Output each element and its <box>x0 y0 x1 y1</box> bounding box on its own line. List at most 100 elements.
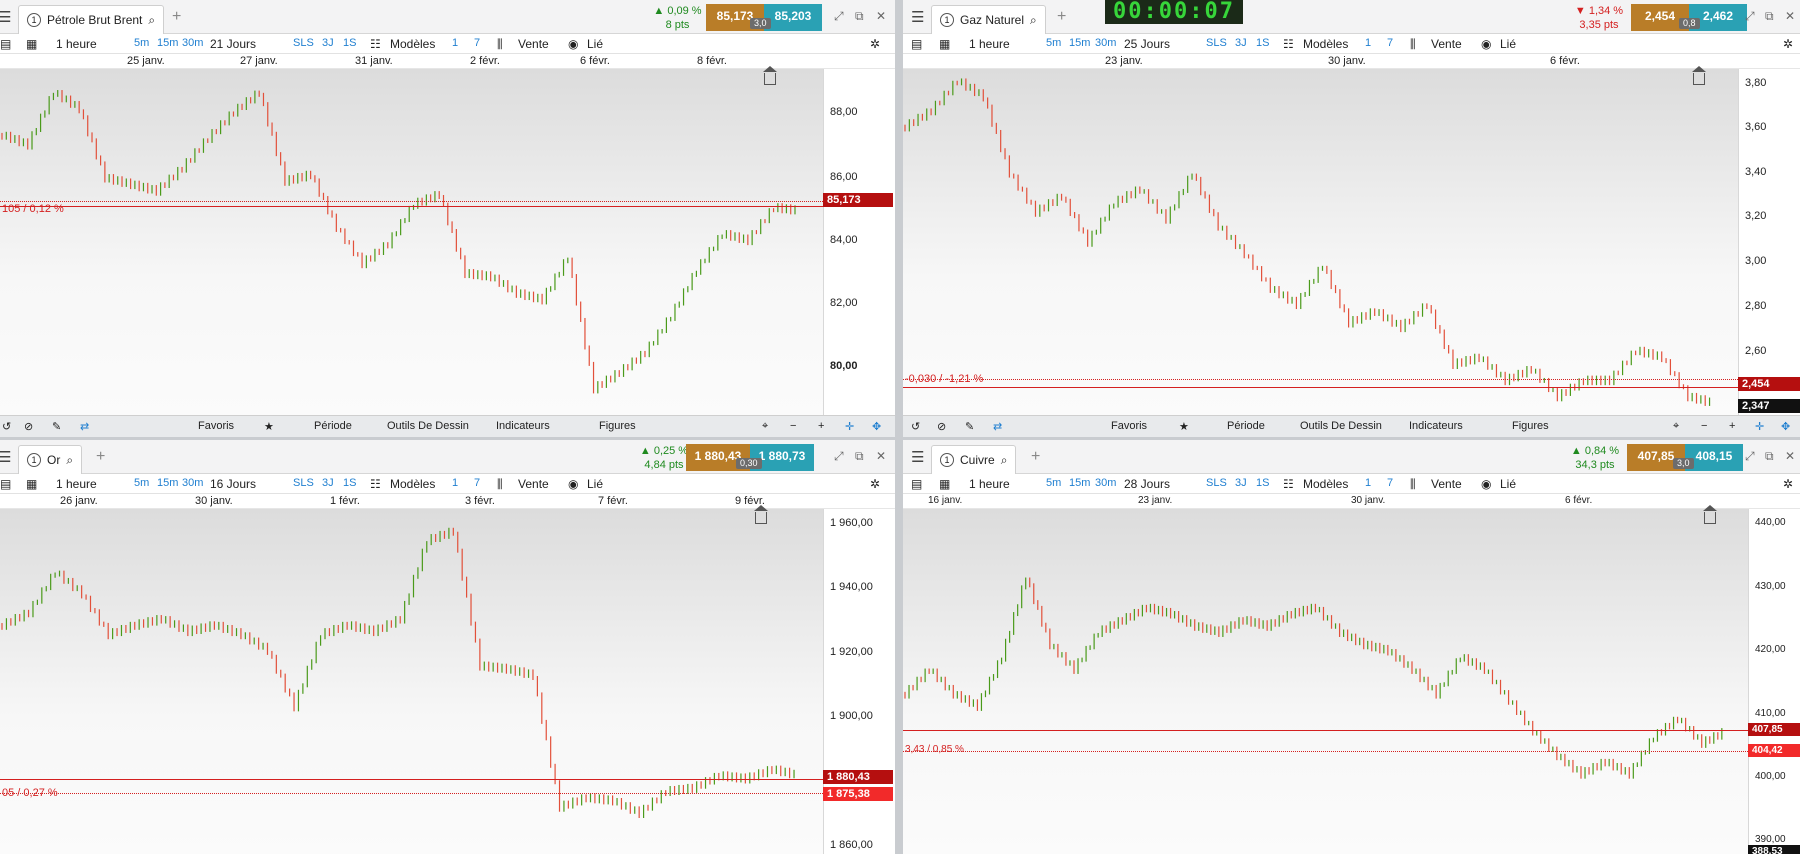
qty-7[interactable]: 7 <box>1387 37 1393 49</box>
indicators-button[interactable]: Indicateurs <box>496 420 550 432</box>
indicators-button[interactable]: Indicateurs <box>1409 420 1463 432</box>
candles-icon[interactable]: ⫼ <box>497 37 503 52</box>
popout-icon[interactable]: ⧉ <box>855 9 864 24</box>
btn-3j[interactable]: 3J <box>1235 477 1247 489</box>
close-icon[interactable]: ✕ <box>876 449 886 463</box>
tf-5m[interactable]: 5m <box>1046 477 1061 489</box>
add-tab-icon[interactable]: + <box>96 448 105 466</box>
interval-select[interactable]: 1 heure <box>969 477 1010 491</box>
cross-icon[interactable]: ✛ <box>845 420 854 433</box>
tf-15m[interactable]: 15m <box>1069 37 1090 49</box>
sell-menu[interactable]: Vente <box>518 477 549 491</box>
tf-5m[interactable]: 5m <box>134 477 149 489</box>
sell-menu[interactable]: Vente <box>518 37 549 51</box>
tf-15m[interactable]: 15m <box>157 477 178 489</box>
btn-3j[interactable]: 3J <box>322 37 334 49</box>
crosshair-icon[interactable]: ⌖ <box>1673 420 1679 433</box>
instrument-tab[interactable]: 1 Cuivre ⌕ <box>931 445 1017 474</box>
sls-button[interactable]: SLS <box>1206 477 1227 489</box>
instrument-tab[interactable]: 1 Pétrole Brut Brent ⌕ <box>18 5 165 34</box>
settings-icon[interactable]: ✲ <box>870 37 880 51</box>
expand-icon[interactable]: ⤢ <box>1745 449 1755 464</box>
sell-menu[interactable]: Vente <box>1431 37 1462 51</box>
home-icon[interactable] <box>1692 66 1706 85</box>
qty-1[interactable]: 1 <box>452 37 458 49</box>
ask-button[interactable]: 408,15 <box>1685 444 1743 471</box>
models-menu[interactable]: Modèles <box>390 37 435 51</box>
chart-plot[interactable] <box>0 69 823 415</box>
sliders-icon[interactable]: ☷ <box>370 477 381 491</box>
sliders-icon[interactable]: ☷ <box>1283 477 1294 491</box>
btn-1s[interactable]: 1S <box>1256 37 1269 49</box>
settings-icon[interactable]: ✲ <box>870 477 880 491</box>
list-icon[interactable]: ▤ <box>911 37 922 51</box>
zoom-in-icon[interactable]: + <box>818 420 824 432</box>
settings-icon[interactable]: ✲ <box>1783 477 1793 491</box>
tf-30m[interactable]: 30m <box>182 37 203 49</box>
close-icon[interactable]: ✕ <box>876 9 886 23</box>
chart-plot[interactable] <box>0 509 823 854</box>
drawing-tools-button[interactable]: Outils De Dessin <box>1300 420 1382 432</box>
menu-icon[interactable]: ☰ <box>911 448 924 466</box>
search-icon[interactable]: ⌕ <box>66 453 73 468</box>
search-icon[interactable]: ⌕ <box>1030 13 1037 28</box>
star-icon[interactable]: ★ <box>1179 420 1189 433</box>
interval-select[interactable]: 1 heure <box>56 37 97 51</box>
models-menu[interactable]: Modèles <box>390 477 435 491</box>
close-icon[interactable]: ✕ <box>1785 9 1795 23</box>
interval-select[interactable]: 1 heure <box>969 37 1010 51</box>
candles-icon[interactable]: ⫼ <box>497 477 503 492</box>
close-icon[interactable]: ✕ <box>1785 449 1795 463</box>
favorites-button[interactable]: Favoris <box>1111 420 1147 432</box>
add-tab-icon[interactable]: + <box>1057 8 1066 26</box>
linked-menu[interactable]: Lié <box>587 37 603 51</box>
sliders-icon[interactable]: ☷ <box>1283 37 1294 51</box>
models-menu[interactable]: Modèles <box>1303 477 1348 491</box>
block-icon[interactable]: ⊘ <box>937 420 946 433</box>
ask-button[interactable]: 85,203 <box>764 4 822 31</box>
qty-1[interactable]: 1 <box>452 477 458 489</box>
btn-1s[interactable]: 1S <box>1256 477 1269 489</box>
candles-icon[interactable]: ⫼ <box>1410 37 1416 52</box>
zoom-out-icon[interactable]: − <box>1701 420 1707 432</box>
linked-menu[interactable]: Lié <box>1500 37 1516 51</box>
models-menu[interactable]: Modèles <box>1303 37 1348 51</box>
chart-plot[interactable] <box>903 69 1738 415</box>
tf-15m[interactable]: 15m <box>157 37 178 49</box>
btn-3j[interactable]: 3J <box>322 477 334 489</box>
crosshair-icon[interactable]: ⌖ <box>762 420 768 433</box>
interval-select[interactable]: 1 heure <box>56 477 97 491</box>
sls-button[interactable]: SLS <box>1206 37 1227 49</box>
layout-icon[interactable]: ▦ <box>939 477 950 491</box>
eye-icon[interactable]: ◉ <box>568 477 578 491</box>
period-button[interactable]: Période <box>1227 420 1265 432</box>
popout-icon[interactable]: ⧉ <box>1765 9 1774 24</box>
tf-30m[interactable]: 30m <box>1095 37 1116 49</box>
move-icon[interactable]: ✥ <box>872 420 881 433</box>
block-icon[interactable]: ⊘ <box>24 420 33 433</box>
menu-icon[interactable]: ☰ <box>911 8 924 26</box>
list-icon[interactable]: ▤ <box>911 477 922 491</box>
qty-1[interactable]: 1 <box>1365 37 1371 49</box>
expand-icon[interactable]: ⤢ <box>834 9 844 24</box>
period-button[interactable]: Période <box>314 420 352 432</box>
candles-icon[interactable]: ⫼ <box>1410 477 1416 492</box>
search-icon[interactable]: ⌕ <box>1001 453 1008 468</box>
cross-icon[interactable]: ✛ <box>1755 420 1764 433</box>
cursor-icon[interactable]: ⇄ <box>993 420 1002 433</box>
sell-menu[interactable]: Vente <box>1431 477 1462 491</box>
instrument-tab[interactable]: 1 Or ⌕ <box>18 445 83 474</box>
star-icon[interactable]: ★ <box>264 420 274 433</box>
list-icon[interactable]: ▤ <box>0 37 11 51</box>
menu-icon[interactable]: ☰ <box>0 8 11 26</box>
figures-button[interactable]: Figures <box>599 420 636 432</box>
expand-icon[interactable]: ⤢ <box>1745 9 1755 24</box>
favorites-button[interactable]: Favoris <box>198 420 234 432</box>
qty-7[interactable]: 7 <box>474 477 480 489</box>
btn-1s[interactable]: 1S <box>343 477 356 489</box>
sliders-icon[interactable]: ☷ <box>370 37 381 51</box>
linked-menu[interactable]: Lié <box>1500 477 1516 491</box>
layout-icon[interactable]: ▦ <box>939 37 950 51</box>
add-tab-icon[interactable]: + <box>172 8 181 26</box>
move-icon[interactable]: ✥ <box>1781 420 1790 433</box>
